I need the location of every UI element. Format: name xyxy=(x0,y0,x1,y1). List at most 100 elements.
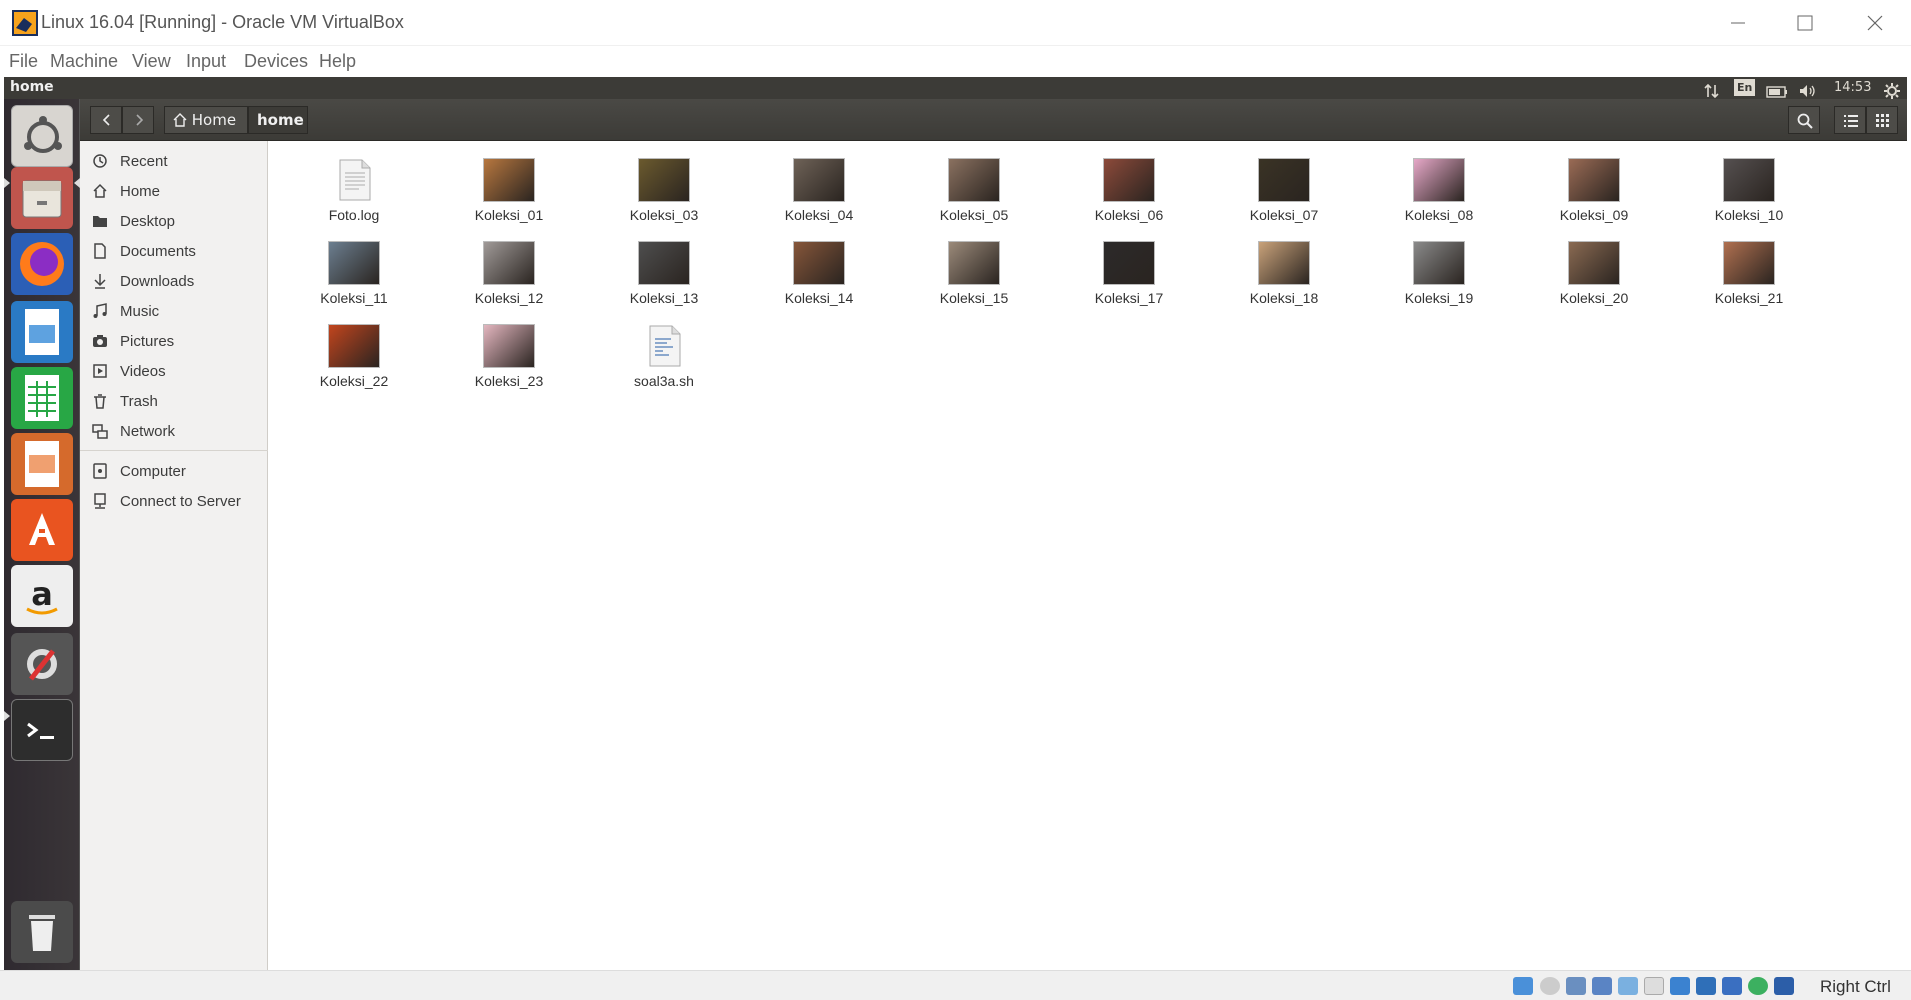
file-item[interactable]: Koleksi_12 xyxy=(454,236,564,306)
sidebar-item-label: Desktop xyxy=(120,213,176,230)
file-item[interactable]: Koleksi_11 xyxy=(299,236,409,306)
sidebar-item-music[interactable]: Music xyxy=(80,297,268,327)
file-item[interactable]: Koleksi_23 xyxy=(454,319,564,389)
grid-view-button[interactable] xyxy=(1866,106,1898,134)
file-item[interactable]: Koleksi_14 xyxy=(764,236,874,306)
sidebar-item-pictures[interactable]: Pictures xyxy=(80,327,268,357)
sidebar-item-documents[interactable]: Documents xyxy=(80,237,268,267)
usb-icon[interactable] xyxy=(1566,977,1586,995)
sidebar-item-label: Connect to Server xyxy=(120,493,241,510)
menu-input[interactable]: Input xyxy=(186,51,226,72)
software-center-icon[interactable] xyxy=(11,499,73,561)
menu-help[interactable]: Help xyxy=(319,51,356,72)
file-item[interactable]: Koleksi_13 xyxy=(609,236,719,306)
file-item[interactable]: Koleksi_06 xyxy=(1074,153,1184,223)
file-item[interactable]: Foto.log xyxy=(299,153,409,223)
shared-folders-icon[interactable] xyxy=(1618,977,1638,995)
calc-icon[interactable] xyxy=(11,367,73,429)
grid-view-icon xyxy=(1876,114,1889,127)
file-item[interactable]: Koleksi_17 xyxy=(1074,236,1184,306)
file-item[interactable]: Koleksi_18 xyxy=(1229,236,1339,306)
search-button[interactable] xyxy=(1788,106,1820,134)
image-thumbnail xyxy=(638,241,690,285)
amazon-icon[interactable]: a xyxy=(11,565,73,627)
terminal-icon[interactable] xyxy=(11,699,73,761)
dash-icon[interactable] xyxy=(11,105,73,167)
file-item[interactable]: Koleksi_08 xyxy=(1384,153,1494,223)
menu-machine[interactable]: Machine xyxy=(50,51,118,72)
file-item[interactable]: Koleksi_20 xyxy=(1539,236,1649,306)
minimize-button[interactable] xyxy=(1708,0,1768,46)
trash-icon[interactable] xyxy=(11,901,73,963)
server-icon xyxy=(94,493,106,509)
video-capture-icon[interactable] xyxy=(1670,977,1690,995)
file-item[interactable]: Koleksi_07 xyxy=(1229,153,1339,223)
file-name: Koleksi_07 xyxy=(1249,207,1319,223)
image-thumbnail xyxy=(1103,158,1155,202)
guest-additions-icon[interactable] xyxy=(1696,977,1716,995)
file-item[interactable]: Koleksi_01 xyxy=(454,153,564,223)
sidebar-item-videos[interactable]: Videos xyxy=(80,357,268,387)
window-title: Linux 16.04 [Running] - Oracle VM Virtua… xyxy=(41,12,404,32)
keyboard-layout-indicator[interactable]: En xyxy=(1734,79,1756,96)
file-grid: Foto.log Koleksi_01 Koleksi_03 Koleksi_04 Ko… xyxy=(269,141,1907,970)
display-icon[interactable] xyxy=(1644,977,1664,995)
sidebar-item-home[interactable]: Home xyxy=(80,177,268,207)
file-name: Koleksi_06 xyxy=(1094,207,1164,223)
file-name: Koleksi_21 xyxy=(1714,290,1784,306)
writer-icon[interactable] xyxy=(11,301,73,363)
sidebar-item-label: Downloads xyxy=(120,273,195,290)
firefox-icon[interactable] xyxy=(11,233,73,295)
keyboard-capture-icon[interactable] xyxy=(1774,977,1794,995)
system-settings-icon[interactable] xyxy=(11,633,73,695)
file-item[interactable]: Koleksi_04 xyxy=(764,153,874,223)
download-icon xyxy=(94,274,106,289)
trash-icon xyxy=(94,394,106,409)
file-item[interactable]: Koleksi_22 xyxy=(299,319,409,389)
network-adapter-icon[interactable] xyxy=(1592,977,1612,995)
menu-file[interactable]: File xyxy=(9,51,38,72)
breadcrumb-home[interactable]: Home xyxy=(164,106,248,134)
file-item[interactable]: Koleksi_03 xyxy=(609,153,719,223)
sidebar-item-downloads[interactable]: Downloads xyxy=(80,267,268,297)
back-button[interactable] xyxy=(90,106,122,134)
files-icon[interactable] xyxy=(11,167,73,229)
image-thumbnail xyxy=(793,241,845,285)
optical-drive-icon[interactable] xyxy=(1540,977,1560,995)
document-icon xyxy=(94,243,106,259)
sidebar-item-recent[interactable]: Recent xyxy=(80,147,268,177)
sidebar-item-label: Home xyxy=(120,183,161,200)
sidebar-item-desktop[interactable]: Desktop xyxy=(80,207,268,237)
hard-disk-icon[interactable] xyxy=(1513,977,1533,995)
file-item[interactable]: Koleksi_09 xyxy=(1539,153,1649,223)
file-item[interactable]: soal3a.sh xyxy=(609,319,719,389)
close-button[interactable] xyxy=(1845,0,1905,46)
list-view-button[interactable] xyxy=(1834,106,1866,134)
impress-icon[interactable] xyxy=(11,433,73,495)
mouse-integration-icon[interactable] xyxy=(1748,977,1768,995)
unity-launcher: a xyxy=(4,99,80,970)
file-name: Koleksi_20 xyxy=(1559,290,1629,306)
sidebar-item-computer[interactable]: Computer xyxy=(80,457,268,487)
menu-devices[interactable]: Devices xyxy=(244,51,308,72)
cpu-icon[interactable] xyxy=(1722,977,1742,995)
places-sidebar: Recent Home Desktop Documents Downloads … xyxy=(80,141,268,970)
file-item[interactable]: Koleksi_21 xyxy=(1694,236,1804,306)
sidebar-item-trash[interactable]: Trash xyxy=(80,387,268,417)
sidebar-item-label: Network xyxy=(120,423,176,440)
sidebar-item-connect-to-server[interactable]: Connect to Server xyxy=(80,487,268,517)
file-item[interactable]: Koleksi_10 xyxy=(1694,153,1804,223)
file-item[interactable]: Koleksi_05 xyxy=(919,153,1029,223)
file-item[interactable]: Koleksi_15 xyxy=(919,236,1029,306)
forward-button[interactable] xyxy=(122,106,154,134)
home-icon xyxy=(93,183,107,198)
list-view-icon xyxy=(1844,115,1858,127)
breadcrumb-current[interactable]: home xyxy=(248,106,308,134)
file-name: Koleksi_08 xyxy=(1404,207,1474,223)
menu-view[interactable]: View xyxy=(132,51,171,72)
image-thumbnail xyxy=(948,158,1000,202)
file-item[interactable]: Koleksi_19 xyxy=(1384,236,1494,306)
chevron-left-icon xyxy=(102,114,110,126)
sidebar-item-network[interactable]: Network xyxy=(80,417,268,447)
maximize-button[interactable] xyxy=(1775,0,1835,46)
